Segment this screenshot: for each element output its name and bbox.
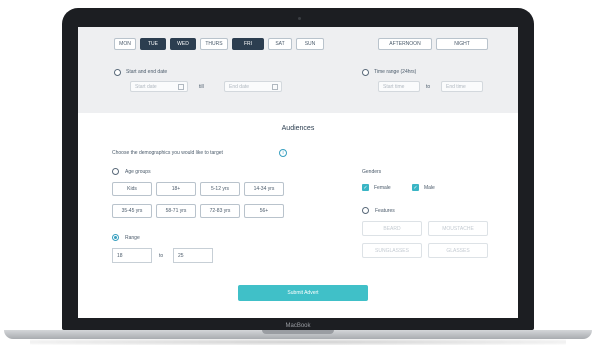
start-time-field[interactable]: Start time — [378, 81, 420, 92]
date-range-radio[interactable] — [114, 69, 121, 76]
schedule-panel: MON TUE WED THURS FRI SAT SUN AFTERNOON … — [78, 27, 518, 113]
day-sun[interactable]: SUN — [296, 38, 324, 50]
end-date-placeholder: End date — [229, 83, 250, 90]
age-group-35-45[interactable]: 35-45 yrs — [112, 204, 152, 218]
age-group-kids[interactable]: Kids — [112, 182, 152, 196]
submit-advert-button[interactable]: Submit Advert — [238, 285, 368, 301]
age-group-18-plus[interactable]: 18+ — [156, 182, 196, 196]
range-min-input[interactable]: 18 — [112, 248, 152, 263]
range-separator: to — [159, 253, 164, 259]
day-thurs[interactable]: THURS — [200, 38, 228, 50]
age-group-56-plus[interactable]: 56+ — [244, 204, 284, 218]
app-screen: MON TUE WED THURS FRI SAT SUN AFTERNOON … — [78, 27, 518, 318]
demographics-prompt: Choose the demographics you would like t… — [112, 150, 223, 156]
end-time-field[interactable]: End time — [441, 81, 483, 92]
female-label: Female — [374, 185, 391, 191]
day-tue[interactable]: TUE — [140, 38, 166, 50]
features-label: Features — [375, 208, 395, 214]
camera-icon — [298, 17, 301, 20]
end-date-field[interactable]: End date — [224, 81, 282, 92]
age-group-14-34[interactable]: 14-34 yrs — [244, 182, 284, 196]
laptop-shadow — [30, 339, 566, 345]
male-label: Male — [424, 185, 435, 191]
age-group-5-12[interactable]: 5-12 yrs — [200, 182, 240, 196]
age-groups-label: Age groups — [125, 169, 151, 175]
range-radio[interactable] — [112, 234, 119, 241]
genders-label: Genders — [362, 169, 382, 175]
date-separator: till — [199, 84, 204, 90]
range-label: Range — [125, 235, 140, 241]
age-group-72-83[interactable]: 72-83 yrs — [200, 204, 240, 218]
age-groups-radio[interactable] — [112, 168, 119, 175]
time-afternoon[interactable]: AFTERNOON — [378, 38, 432, 50]
time-night[interactable]: NIGHT — [436, 38, 488, 50]
feature-glasses[interactable]: GLASSES — [428, 243, 488, 258]
female-checkbox[interactable]: ✓ — [362, 184, 369, 191]
day-fri[interactable]: FRI — [232, 38, 264, 50]
day-mon[interactable]: MON — [114, 38, 136, 50]
day-sat[interactable]: SAT — [268, 38, 292, 50]
time-range-radio[interactable] — [362, 69, 369, 76]
feature-sunglasses[interactable]: SUNGLASSES — [362, 243, 422, 258]
start-date-placeholder: Start date — [135, 83, 157, 90]
end-time-placeholder: End time — [446, 83, 466, 90]
range-max-input[interactable]: 25 — [173, 248, 213, 263]
feature-moustache[interactable]: MOUSTACHE — [428, 221, 488, 236]
start-time-placeholder: Start time — [383, 83, 405, 90]
features-radio[interactable] — [362, 207, 369, 214]
start-date-field[interactable]: Start date — [130, 81, 188, 92]
male-checkbox[interactable]: ✓ — [412, 184, 419, 191]
age-group-58-71[interactable]: 58-71 yrs — [156, 204, 196, 218]
time-range-label: Time range (24hrs) — [374, 69, 417, 75]
date-range-label: Start and end date — [126, 69, 168, 75]
calendar-icon[interactable] — [178, 84, 184, 90]
device-brand: MacBook — [285, 323, 311, 329]
calendar-icon[interactable] — [272, 84, 278, 90]
info-icon[interactable]: i — [279, 149, 287, 157]
day-wed[interactable]: WED — [170, 38, 196, 50]
feature-beard[interactable]: BEARD — [362, 221, 422, 236]
time-separator: to — [426, 84, 431, 90]
audiences-title: Audiences — [281, 125, 315, 132]
